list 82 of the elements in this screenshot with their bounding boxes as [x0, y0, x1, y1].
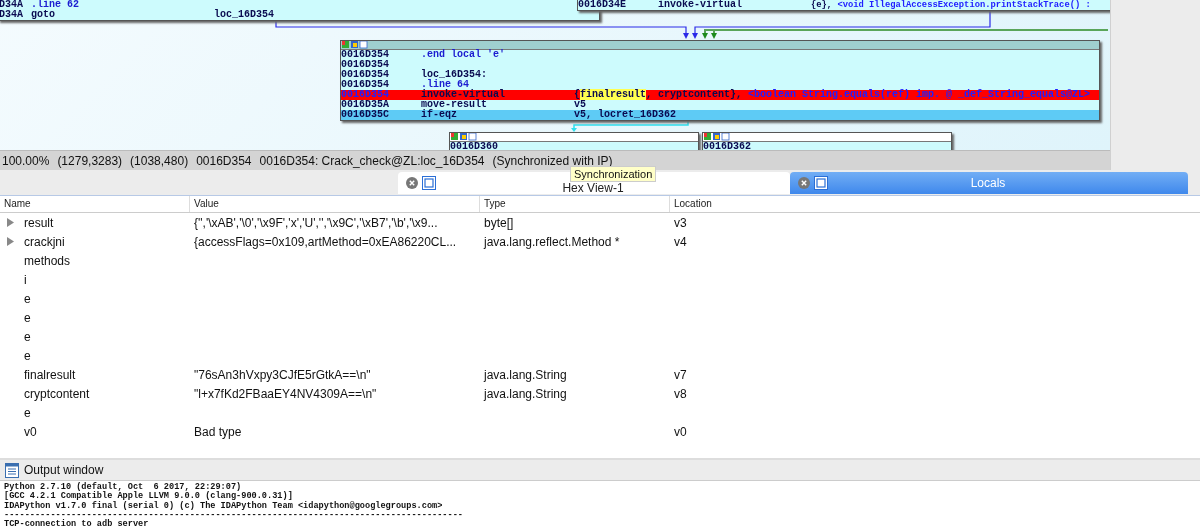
- address-text: D34A: [0, 9, 23, 20]
- operand-text: v5, locret_16D362: [574, 109, 677, 120]
- instruction-text: loc_16D354:: [421, 69, 487, 80]
- toolbar-icons[interactable]: [341, 41, 369, 49]
- instruction-text: if-eqz: [421, 109, 457, 120]
- table-cell: e: [24, 291, 31, 306]
- address-text: 0016D35A: [341, 99, 389, 110]
- address-text: 0016D354: [341, 49, 389, 60]
- window-icon: [814, 176, 828, 190]
- table-cell: methods: [24, 253, 71, 268]
- console-line: -----------------------------------------------------------------------------------------: [4, 510, 464, 520]
- table-cell: java.lang.String: [484, 386, 567, 401]
- console-line: TCP-connection to adb server: [4, 520, 150, 530]
- toolbar-icons[interactable]: [703, 133, 731, 141]
- table-cell: crackjni: [24, 234, 65, 249]
- address-text: 0016D354: [341, 69, 389, 80]
- operand-text: <boolean String.equals(ref) imp. @ _def_String_equals@ZL>: [748, 89, 1091, 100]
- table-cell: byte[]: [484, 215, 514, 230]
- close-icon[interactable]: [798, 177, 810, 189]
- console-line: Python 2.7.10 (default, Oct 6 2017, 22:29:07): [4, 483, 242, 492]
- instruction-text: .end local 'e': [421, 49, 505, 60]
- table-cell: v7: [674, 367, 687, 382]
- column-header[interactable]: Value: [190, 196, 480, 212]
- instruction-text: invoke-virtual: [421, 89, 505, 100]
- address-text: 0016D362: [703, 141, 751, 150]
- console-line: IDAPython v1.7.0 final (serial 0) (c) The IDAPython Team <idapython@googlegroups.com>: [4, 501, 444, 511]
- status-text: (1279,3283): [57, 153, 123, 168]
- window-icon: [422, 176, 436, 190]
- status-text: 0016D354: [196, 153, 252, 168]
- toolbar-icons[interactable]: [450, 133, 478, 141]
- instruction-text: .line 64: [421, 79, 469, 90]
- instruction-text: .line 62: [31, 0, 79, 10]
- document-icon: [5, 462, 19, 478]
- panel-title: Output window: [24, 463, 104, 477]
- table-cell: e: [24, 310, 31, 325]
- table-cell: v3: [674, 215, 687, 230]
- address-text: D34A: [0, 0, 23, 10]
- status-text: 0016D354: Crack_check@ZL:loc_16D354: [259, 153, 485, 168]
- expand-arrow-icon[interactable]: [7, 218, 14, 227]
- status-text: (1038,480): [130, 153, 189, 168]
- column-header[interactable]: Name: [0, 196, 190, 212]
- operand-text: , cryptcontent},: [646, 89, 744, 100]
- address-text: 0016D34E: [578, 0, 626, 10]
- address-text: 0016D354: [341, 89, 389, 100]
- operand-text: v5: [574, 99, 586, 110]
- expand-arrow-icon[interactable]: [7, 237, 14, 246]
- table-cell: finalresult: [24, 367, 76, 382]
- table-cell: v4: [674, 234, 687, 249]
- operand-text: {e},: [811, 0, 834, 10]
- table-cell: {accessFlags=0x109,artMethod=0xEA86220CL...: [194, 234, 457, 249]
- console-line: [GCC 4.2.1 Compatible Apple LLVM 9.0.0 (clang-900.0.31)]: [4, 492, 294, 502]
- operand-text: <void IllegalAccessException.printStackTrace() :: [837, 0, 1091, 10]
- table-cell: v0: [674, 424, 687, 439]
- table-cell: {'','\xAB','\0','\x9F','x','U','','\x9C','\xB7','\b','\x9...: [194, 215, 438, 230]
- table-cell: v0: [24, 424, 37, 439]
- status-text: 100.00%: [2, 153, 50, 168]
- table-cell: "l+x7fKd2FBaaEY4NV4309A==\n": [194, 386, 377, 401]
- table-cell: e: [24, 348, 31, 363]
- table-cell: result: [24, 215, 54, 230]
- table-cell: cryptcontent: [24, 386, 90, 401]
- table-cell: e: [24, 329, 31, 344]
- column-header[interactable]: Location: [670, 196, 820, 212]
- address-text: 0016D35C: [341, 109, 389, 120]
- table-cell: e: [24, 405, 31, 420]
- close-icon[interactable]: [406, 177, 418, 189]
- status-text: (Synchronized with IP): [492, 153, 613, 168]
- instruction-text: move-result: [421, 99, 487, 110]
- table-cell: "76sAn3hVxpy3CJfE5rGtkA==\n": [194, 367, 371, 382]
- column-header[interactable]: Type: [480, 196, 670, 212]
- operand-text: finalresult: [580, 89, 647, 100]
- operand-text: loc_16D354: [214, 9, 274, 20]
- address-text: 0016D354: [341, 59, 389, 70]
- instruction-text: invoke-virtual: [658, 0, 742, 10]
- table-cell: java.lang.reflect.Method *: [484, 234, 620, 249]
- tooltip: Synchronization: [570, 166, 657, 182]
- table-cell: v8: [674, 386, 687, 401]
- address-text: 0016D354: [341, 79, 389, 90]
- table-cell: java.lang.String: [484, 367, 567, 382]
- instruction-text: goto: [31, 9, 55, 20]
- table-cell: Bad type: [194, 424, 242, 439]
- address-text: 0016D360: [450, 141, 498, 150]
- table-cell: i: [24, 272, 27, 287]
